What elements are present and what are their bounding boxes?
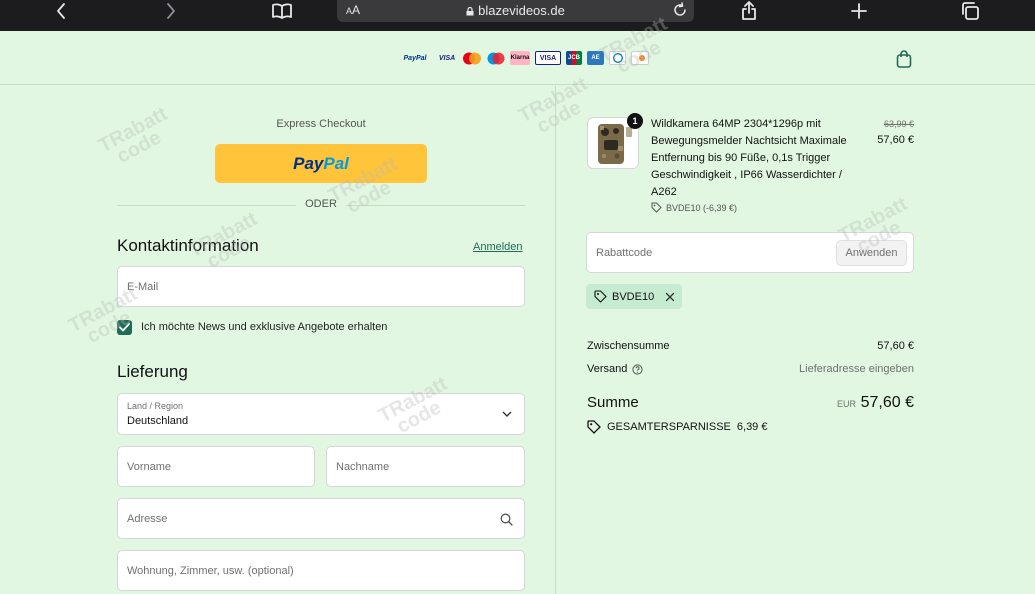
checkout-form: Express Checkout Pay Pal ODER Kontaktinfo… [0, 86, 555, 594]
back-icon[interactable] [52, 0, 70, 22]
total-currency: EUR [836, 399, 856, 409]
shipping-value: Lieferadresse eingeben [799, 363, 914, 375]
email-field[interactable]: E-Mail [117, 266, 525, 307]
cart-icon[interactable] [894, 49, 914, 74]
url-text: blazevideos.de [478, 3, 565, 18]
newsletter-label: Ich möchte News und exklusive Angebote e… [141, 321, 388, 333]
login-link[interactable]: Anmelden [473, 241, 523, 253]
amex-logo-icon: AE [587, 51, 604, 65]
tag-icon [651, 202, 662, 213]
address-placeholder: Adresse [127, 512, 168, 525]
product-name: Wildkamera 64MP 2304*1296p mit Bewegungs… [651, 118, 847, 198]
firstname-placeholder: Vorname [127, 460, 172, 473]
check-icon [119, 323, 130, 332]
browser-toolbar: AA blazevideos.de [0, 0, 1035, 31]
product-price: 57,60 € [877, 134, 914, 146]
visa-electron-logo-icon: VISA [535, 51, 561, 65]
shipping-row: Versand [587, 363, 643, 375]
order-summary: 1 Wildkamera 64MP 2304*1296p mit Bewegun… [556, 86, 1035, 594]
quantity-badge: 1 [627, 113, 643, 129]
email-placeholder: E-Mail [127, 280, 159, 293]
lastname-placeholder: Nachname [336, 460, 390, 473]
subtotal-value: 57,60 € [877, 340, 914, 352]
apartment-field[interactable]: Wohnung, Zimmer, usw. (optional) [117, 550, 525, 591]
reload-icon[interactable] [672, 2, 688, 18]
apply-coupon-button[interactable]: Anwenden [836, 240, 907, 266]
chevron-down-icon [502, 411, 512, 417]
tag-icon [587, 420, 601, 434]
total-value: 57,60 € [860, 394, 914, 411]
help-icon[interactable] [632, 363, 643, 375]
discover-logo-icon [631, 51, 649, 65]
lock-icon [466, 7, 474, 16]
delivery-title: Lieferung [117, 362, 188, 381]
tag-icon [594, 290, 607, 303]
newsletter-checkbox[interactable] [117, 320, 132, 335]
or-label: ODER [296, 198, 346, 210]
country-value: Deutschland [127, 415, 189, 427]
address-field[interactable]: Adresse [117, 498, 525, 539]
product-discount-text: BVDE10 (-6,39 €) [666, 202, 738, 213]
total-savings: GESAMTERSPARNISSE 6,39 € [587, 420, 767, 434]
klarna-logo-icon: Klarna [510, 51, 530, 65]
country-select[interactable]: Land / Region Deutschland [117, 393, 525, 435]
paypal-logo-icon: PayPal [403, 54, 427, 62]
shipping-label: Versand [587, 363, 628, 375]
forward-icon[interactable] [162, 0, 180, 22]
jcb-logo-icon: JCB [566, 51, 582, 65]
country-label: Land / Region [127, 401, 184, 411]
remove-coupon-icon[interactable] [665, 292, 675, 302]
maestro-logo-icon [487, 51, 505, 65]
subtotal-label: Zwischensumme [587, 340, 670, 352]
contact-title: Kontaktinformation [117, 236, 259, 255]
lastname-field[interactable]: Nachname [326, 446, 525, 487]
tabs-icon[interactable] [959, 0, 981, 22]
express-checkout-label: Express Checkout [276, 118, 366, 130]
savings-label: GESAMTERSPARNISSE [607, 421, 731, 433]
site-header: PayPal VISA Klarna VISA JCB AE [0, 31, 1035, 85]
coupon-placeholder: Rabattcode [596, 246, 653, 259]
coupon-field[interactable]: Rabattcode Anwenden [586, 232, 914, 273]
mastercard-logo-icon [462, 51, 482, 65]
payment-methods: PayPal VISA Klarna VISA JCB AE [398, 51, 649, 65]
bookmarks-icon[interactable] [270, 0, 294, 22]
address-bar[interactable]: AA blazevideos.de [337, 0, 694, 22]
original-price: 63,99 € [883, 119, 914, 129]
paypal-button[interactable]: Pay Pal [215, 144, 427, 183]
firstname-field[interactable]: Vorname [117, 446, 315, 487]
savings-value: 6,39 € [736, 421, 768, 433]
share-icon[interactable] [739, 0, 759, 22]
diners-logo-icon [609, 51, 626, 65]
search-icon[interactable] [500, 513, 513, 526]
product-discount: BVDE10 (-6,39 €) [651, 202, 737, 213]
total-label: Summe [587, 394, 639, 411]
applied-coupon-tag: BVDE10 [586, 284, 682, 309]
apartment-placeholder: Wohnung, Zimmer, usw. (optional) [127, 564, 294, 577]
applied-coupon-code: BVDE10 [612, 290, 655, 303]
visa-logo-icon: VISA [438, 54, 456, 62]
new-tab-icon[interactable] [849, 0, 869, 22]
